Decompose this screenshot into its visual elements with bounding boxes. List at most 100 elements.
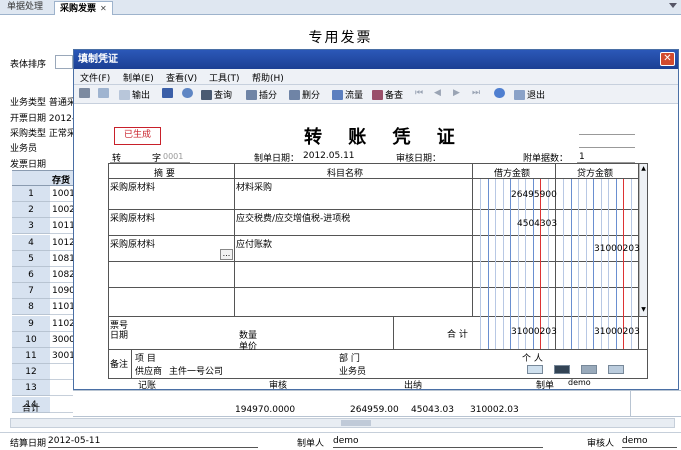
grid-row-number[interactable]: 13: [12, 380, 50, 397]
first-record-button[interactable]: ⏮: [415, 88, 423, 98]
prev-record-button[interactable]: ◀: [434, 88, 441, 98]
purchase-type-field: 采购类型 正常采: [10, 129, 76, 139]
menu-help[interactable]: 帮助(H): [252, 71, 284, 84]
menu-file[interactable]: 文件(F): [80, 71, 110, 84]
grid-row-inventory-code[interactable]: 1101: [50, 299, 73, 316]
voucher-number[interactable]: 0001: [163, 152, 183, 161]
help-icon: [494, 88, 505, 98]
entry-summary[interactable]: 采购原材料: [110, 211, 155, 224]
close-icon[interactable]: ✕: [660, 52, 675, 66]
maker-label: 制单: [536, 381, 555, 391]
save-button[interactable]: [162, 88, 175, 99]
grid-row-inventory-code[interactable]: 1090: [50, 283, 73, 300]
preview-button[interactable]: [98, 88, 111, 99]
grid-row-inventory-code[interactable]: 1081: [50, 251, 73, 267]
horizontal-scrollbar[interactable]: [10, 418, 675, 428]
business-type-field: 业务类型 普通采: [10, 98, 76, 108]
menu-tools[interactable]: 工具(T): [209, 71, 240, 84]
account-book-icon[interactable]: [554, 365, 570, 374]
last-record-button[interactable]: ⏭: [472, 88, 480, 98]
grid-row-inventory-code[interactable]: [50, 380, 73, 397]
dropdown-icon[interactable]: [608, 365, 624, 374]
entry-summary[interactable]: 采购原材料: [110, 237, 155, 250]
scrollbar-thumb[interactable]: [341, 420, 371, 426]
grid-row-number[interactable]: 7: [12, 283, 50, 300]
insert-entry-button[interactable]: 插分: [246, 88, 277, 101]
grid-total-label: 合计: [22, 404, 41, 414]
scroll-up-icon[interactable]: ▲: [640, 165, 647, 173]
vertical-scrollbar[interactable]: ▲ ▼: [639, 164, 647, 316]
grid-row-number[interactable]: 1: [12, 186, 50, 202]
grid-row-number[interactable]: 10: [12, 331, 50, 348]
close-icon[interactable]: ✕: [100, 4, 107, 13]
menu-view[interactable]: 查看(V): [166, 71, 197, 84]
sum-credit: 31000203: [594, 327, 640, 337]
help-button[interactable]: [494, 88, 507, 99]
card-icon[interactable]: [527, 365, 543, 374]
grid-row-inventory-code[interactable]: 1001: [50, 186, 73, 202]
entry-debit[interactable]: 26495900: [511, 190, 557, 200]
divider: [333, 447, 543, 448]
attachments-count[interactable]: 1: [579, 152, 585, 162]
tab-purchase-invoice[interactable]: 采购发票 ✕: [54, 1, 113, 15]
query-button[interactable]: 查询: [201, 88, 232, 101]
maker-label: 制单人: [297, 439, 325, 449]
divider: [109, 261, 638, 262]
grid-row-number[interactable]: 2: [12, 202, 50, 219]
tab-document-processing[interactable]: 单据处理: [2, 1, 48, 15]
grid-row-inventory-code[interactable]: [50, 364, 73, 381]
undo-icon: [182, 88, 193, 98]
entry-debit[interactable]: 4504303: [517, 219, 557, 229]
grid-row-number[interactable]: 5: [12, 250, 50, 267]
entry-account[interactable]: 应付账款: [236, 237, 272, 250]
entry-account[interactable]: 材料采购: [236, 180, 272, 193]
grid-row-number[interactable]: 4: [12, 234, 50, 251]
digit-grid-line: [600, 179, 602, 349]
memo-button[interactable]: 备查: [372, 88, 403, 101]
divider: [234, 164, 235, 316]
undo-button[interactable]: [182, 88, 195, 99]
scroll-down-icon[interactable]: ▼: [640, 306, 647, 314]
flow-icon: [332, 90, 343, 100]
grid-row-inventory-code[interactable]: 1102: [50, 316, 73, 332]
next-icon: ▶: [453, 88, 460, 98]
dialog-title-bar[interactable]: 填制凭证 ✕: [74, 50, 678, 69]
digit-grid-line: [525, 179, 527, 349]
insert-icon: [246, 90, 257, 100]
digit-grid-line: [570, 179, 572, 349]
entry-summary[interactable]: 采购原材料: [110, 180, 155, 193]
digit-grid-line: [623, 179, 625, 349]
print-button[interactable]: [79, 88, 92, 99]
grid-row-inventory-code[interactable]: 1012: [50, 235, 73, 251]
grid-row-number[interactable]: 3: [12, 218, 50, 235]
grid-row-number[interactable]: 9: [12, 315, 50, 332]
cash-flow-button[interactable]: 流量: [332, 88, 363, 101]
delete-entry-button[interactable]: 删分: [289, 88, 320, 101]
entry-account[interactable]: 应交税费/应交增值税-进项税: [236, 211, 350, 224]
grid-row-inventory-code[interactable]: 1082: [50, 267, 73, 283]
grid-row-number[interactable]: 12: [12, 364, 50, 381]
grid-row-inventory-code[interactable]: 3001: [50, 348, 73, 364]
header-summary: 摘 要: [154, 169, 175, 179]
divider: [393, 316, 394, 349]
next-record-button[interactable]: ▶: [453, 88, 460, 98]
export-button[interactable]: 输出: [119, 88, 150, 101]
grid-row-number[interactable]: 11: [12, 348, 50, 364]
grid-row-inventory-code[interactable]: 1002: [50, 202, 73, 219]
account-lookup-button[interactable]: ...: [220, 249, 233, 260]
grid-row-number[interactable]: 6: [12, 267, 50, 283]
voucher-date[interactable]: 2012.05.11: [303, 151, 355, 161]
grid-row-number[interactable]: 8: [12, 299, 50, 316]
bookkeeper-label: 记账: [138, 381, 157, 391]
grid-row-inventory-code[interactable]: 1011: [50, 218, 73, 235]
menu-voucher[interactable]: 制单(E): [123, 71, 154, 84]
tools-icon[interactable]: [581, 365, 597, 374]
exit-button[interactable]: 退出: [514, 88, 545, 101]
cashier-label: 出纳: [404, 381, 423, 391]
sort-select[interactable]: [55, 55, 73, 69]
remark-label: 备注: [110, 360, 129, 370]
grid-row-inventory-code[interactable]: 3000: [50, 332, 73, 348]
salesman-field: 业务员: [10, 144, 38, 154]
entry-credit[interactable]: 31000203: [594, 244, 640, 254]
tab-menu-chevron-icon[interactable]: [669, 3, 677, 11]
